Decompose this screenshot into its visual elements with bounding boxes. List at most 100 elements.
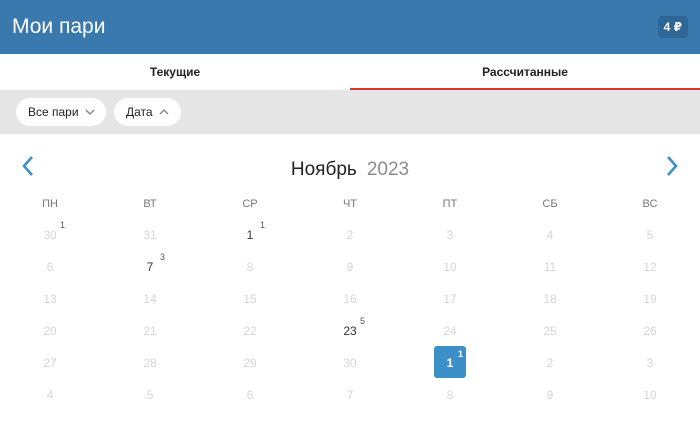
calendar-day: 29	[200, 346, 300, 378]
calendar-day: 24	[400, 314, 500, 346]
weekday-label: ВС	[642, 198, 658, 210]
calendar-day: 7	[300, 378, 400, 410]
calendar-day: 9	[500, 378, 600, 410]
day-number: 4	[546, 228, 554, 242]
calendar-day: 17	[400, 282, 500, 314]
filter-all-label: Все пари	[28, 105, 79, 119]
day-number: 5	[146, 388, 154, 402]
day-number: 3	[646, 356, 654, 370]
app-header: Мои пари 4 ₽	[0, 0, 700, 54]
day-number: 1	[246, 228, 254, 242]
weekday-label: ПН	[42, 198, 58, 210]
calendar-day-selected[interactable]: 11	[400, 346, 500, 378]
day-number: 3	[446, 228, 454, 242]
calendar-grid: 30 1 31 1 1 2 3 4 5 6 7 3 8 9 10 11 12 13 14 15 16 17 18 19 20 21…	[0, 218, 700, 410]
day-number: 15	[243, 292, 257, 306]
day-number: 10	[443, 260, 457, 274]
tab-settled[interactable]: Рассчитанные	[350, 54, 700, 90]
calendar-day: 10	[600, 378, 700, 410]
chevron-up-icon	[159, 108, 169, 115]
day-number: 6	[46, 260, 54, 274]
calendar-day: 3	[400, 218, 500, 250]
day-number: 25	[543, 324, 557, 338]
bet-count-badge: 1	[458, 349, 464, 359]
calendar-day: 8	[200, 250, 300, 282]
day-number: 17	[443, 292, 457, 306]
day-number: 30	[43, 228, 57, 242]
calendar-day: 27	[0, 346, 100, 378]
bet-count-badge: 3	[160, 252, 166, 262]
calendar-day[interactable]: 11	[200, 218, 300, 250]
weekday-label: СБ	[542, 198, 558, 210]
day-number: 11	[543, 260, 557, 274]
month-name: Ноябрь	[290, 159, 357, 180]
calendar-day: 3	[600, 346, 700, 378]
day-number: 21	[143, 324, 157, 338]
calendar-day: 8	[400, 378, 500, 410]
day-number: 1	[446, 356, 454, 370]
filter-all-bets[interactable]: Все пари	[16, 98, 106, 126]
calendar-day: 4	[0, 378, 100, 410]
day-number: 19	[643, 292, 657, 306]
calendar-day[interactable]: 23 5	[300, 314, 400, 346]
month-title: Ноябрь 2023	[0, 158, 700, 182]
chevron-right-icon	[667, 156, 678, 176]
day-number: 29	[243, 356, 257, 370]
weekday-header: ПН ВТ СР ЧТ ПТ СБ ВС	[0, 196, 700, 212]
day-number: 27	[43, 356, 57, 370]
weekday-label: СР	[242, 198, 258, 210]
day-number: 7	[146, 260, 154, 274]
day-number: 10	[643, 388, 657, 402]
weekday-label: ЧТ	[342, 198, 358, 210]
day-number: 8	[246, 260, 254, 274]
day-number: 4	[46, 388, 54, 402]
filter-bar: Все пари Дата	[0, 90, 700, 134]
month-navigation: Ноябрь 2023	[0, 150, 700, 190]
calendar-day: 9	[300, 250, 400, 282]
calendar-day: 10	[400, 250, 500, 282]
day-number: 13	[43, 292, 57, 306]
calendar-day: 21	[100, 314, 200, 346]
calendar-day: 20	[0, 314, 100, 346]
calendar-day: 26	[600, 314, 700, 346]
month-year: 2023	[366, 159, 410, 180]
calendar-day: 30	[300, 346, 400, 378]
day-number: 2	[546, 356, 554, 370]
calendar-day: 18	[500, 282, 600, 314]
weekday-label: ВТ	[143, 198, 157, 210]
day-number: 5	[646, 228, 654, 242]
day-number: 31	[143, 228, 157, 242]
bet-count-badge: 5	[360, 316, 366, 326]
day-number: 12	[643, 260, 657, 274]
day-number: 23	[343, 324, 357, 338]
calendar-day: 2	[300, 218, 400, 250]
calendar-day: 16	[300, 282, 400, 314]
day-number: 26	[643, 324, 657, 338]
day-number: 30	[343, 356, 357, 370]
day-number: 9	[346, 260, 354, 274]
bet-count-badge: 1	[260, 220, 266, 230]
calendar-day: 13	[0, 282, 100, 314]
calendar-day: 2	[500, 346, 600, 378]
calendar-day: 30 1	[0, 218, 100, 250]
calendar-day: 5	[100, 378, 200, 410]
tab-bar: Текущие Рассчитанные	[0, 54, 700, 90]
calendar-day: 5	[600, 218, 700, 250]
balance-badge[interactable]: 4 ₽	[657, 16, 688, 38]
day-number: 28	[143, 356, 157, 370]
filter-date[interactable]: Дата	[114, 98, 181, 126]
calendar-day: 31	[100, 218, 200, 250]
day-number: 9	[546, 388, 554, 402]
calendar-day[interactable]: 73	[100, 250, 200, 282]
page-title: Мои пари	[12, 15, 106, 38]
next-month-button[interactable]	[662, 152, 682, 180]
filter-date-label: Дата	[126, 105, 153, 119]
day-number: 18	[543, 292, 557, 306]
calendar-day: 28	[100, 346, 200, 378]
calendar-day: 22	[200, 314, 300, 346]
calendar-day: 4	[500, 218, 600, 250]
tab-current[interactable]: Текущие	[0, 54, 350, 90]
day-number: 2	[346, 228, 354, 242]
day-number: 20	[43, 324, 57, 338]
day-number: 7	[346, 388, 354, 402]
